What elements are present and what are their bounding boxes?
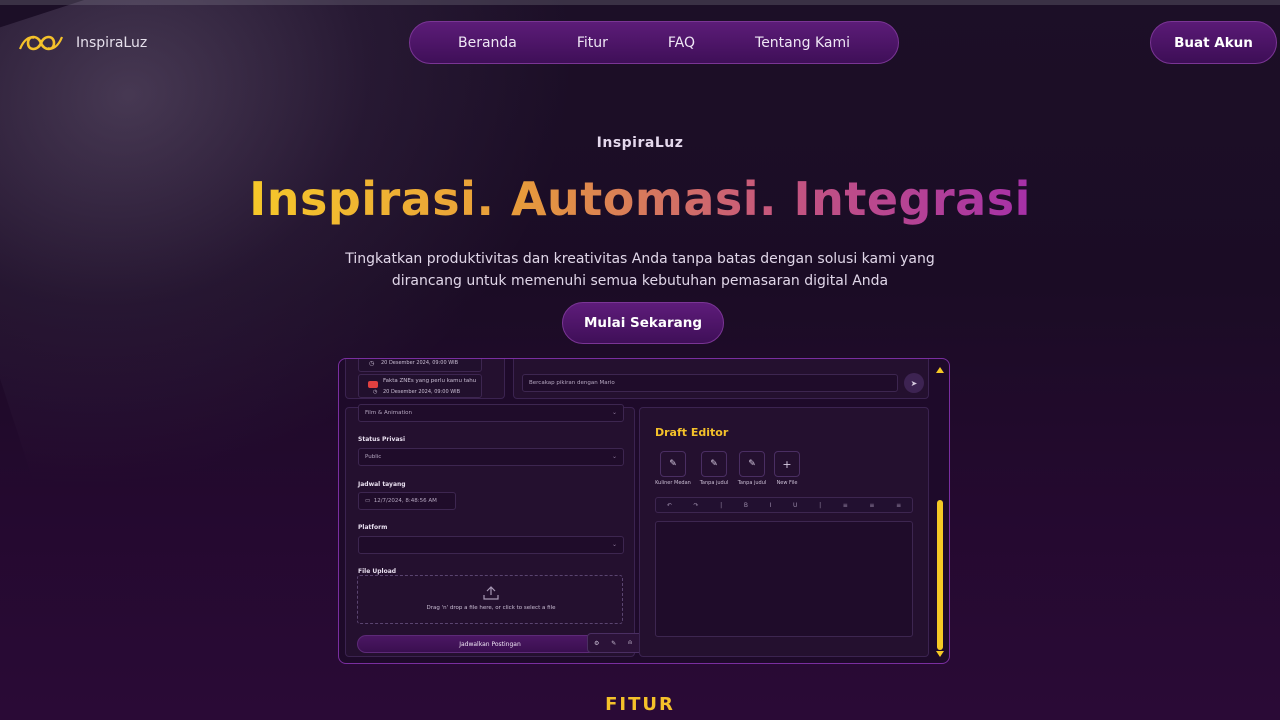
clock-icon: ◷	[373, 389, 378, 395]
chevron-down-icon: ⌄	[611, 409, 617, 416]
clock-icon: ◷	[369, 360, 375, 367]
platform-select[interactable]: ⌄	[358, 536, 624, 554]
platform-label: Platform	[358, 524, 388, 531]
app-preview: ◷ 20 Desember 2024, 09:00 WIB Fakta ZNEs…	[338, 358, 950, 664]
scrollbar[interactable]	[935, 365, 945, 659]
chat-panel: Bercakap pikiran dengan Mario ➤	[513, 359, 929, 399]
align-right-icon[interactable]: ≡	[896, 502, 901, 509]
draft-editor-area[interactable]	[655, 521, 913, 637]
draft-file-label: Tanpa judul	[699, 480, 729, 486]
chat-input[interactable]: Bercakap pikiran dengan Mario	[522, 374, 898, 392]
features-section-title: FITUR	[605, 694, 675, 715]
notification-time: 20 Desember 2024, 09:00 WIB	[381, 360, 459, 366]
brand-name: InspiraLuz	[76, 35, 148, 51]
underline-icon[interactable]: U	[793, 502, 797, 509]
notification-title: Fakta ZNEs yang perlu kamu tahu	[383, 378, 477, 384]
category-select[interactable]: Film & Animation ⌄	[358, 404, 624, 422]
calendar-icon: ▭	[365, 498, 371, 504]
redo-icon[interactable]: ↷	[693, 502, 698, 509]
youtube-icon	[368, 381, 378, 388]
scroll-thumb[interactable]	[937, 500, 943, 650]
nav-item-beranda[interactable]: Beranda	[458, 35, 517, 51]
pencil-icon[interactable]: ✎	[611, 640, 616, 647]
infinity-logo-icon	[18, 35, 64, 51]
nav-item-faq[interactable]: FAQ	[668, 35, 695, 51]
draft-file-label: Tanpa judul	[737, 480, 767, 486]
gear-icon[interactable]: ⚙	[594, 640, 599, 647]
hero-headline: Inspirasi. Automasi. Integrasi	[0, 172, 1280, 226]
privacy-label: Status Privasi	[358, 436, 406, 443]
hero-eyebrow: InspiraLuz	[596, 135, 684, 151]
schedule-datetime-input[interactable]: ▭ 12/7/2024, 8:48:56 AM	[358, 492, 456, 510]
scroll-down-arrow-icon[interactable]	[936, 651, 944, 657]
upload-label: File Upload	[358, 568, 397, 575]
italic-icon[interactable]: I	[770, 502, 772, 509]
chevron-down-icon: ⌄	[611, 541, 617, 548]
scroll-up-arrow-icon[interactable]	[936, 367, 944, 373]
toolbar-divider: |	[720, 501, 723, 509]
edit-icon: ✎	[669, 459, 677, 469]
start-now-button[interactable]: Mulai Sekarang	[562, 302, 724, 344]
edit-icon: ✎	[710, 459, 718, 469]
align-left-icon[interactable]: ≡	[843, 502, 848, 509]
notification-item[interactable]: Fakta ZNEs yang perlu kamu tahu ◷ 20 Des…	[358, 374, 482, 398]
chevron-down-icon: ⌄	[611, 453, 617, 460]
align-center-icon[interactable]: ≡	[869, 502, 874, 509]
hero-subtitle-line2: dirancang untuk memenuhi semua kebutuhan…	[391, 273, 889, 289]
new-file-button[interactable]: +	[774, 451, 800, 477]
main-nav: Beranda Fitur FAQ Tentang Kami	[409, 21, 899, 64]
format-toolbar: ↶ ↷ | B I U | ≡ ≡ ≡	[655, 497, 913, 513]
logo[interactable]: InspiraLuz	[16, 30, 147, 56]
user-icon[interactable]: ⍝	[628, 639, 632, 647]
category-value: Film & Animation	[365, 410, 413, 416]
privacy-select[interactable]: Public ⌄	[358, 448, 624, 466]
draft-file-label: New File	[776, 480, 798, 486]
upload-icon	[483, 586, 499, 600]
hero-subtitle: Tingkatkan produktivitas dan kreativitas…	[340, 248, 940, 292]
top-border	[0, 0, 1280, 5]
notification-item[interactable]: ◷ 20 Desember 2024, 09:00 WIB	[358, 359, 482, 372]
nav-item-tentang-kami[interactable]: Tentang Kami	[755, 35, 850, 51]
hero-headline-text: Inspirasi. Automasi. Integrasi	[249, 172, 1031, 226]
draft-file-label: Kuliner Medan	[655, 480, 691, 486]
schedule-post-button[interactable]: Jadwalkan Postingan	[357, 635, 623, 653]
nav-item-fitur[interactable]: Fitur	[577, 35, 608, 51]
schedule-value: 12/7/2024, 8:48:56 AM	[373, 498, 437, 504]
undo-icon[interactable]: ↶	[667, 502, 672, 509]
notification-time: 20 Desember 2024, 09:00 WIB	[383, 389, 461, 395]
upload-hint: Drag 'n' drop a file here, or click to s…	[426, 605, 556, 611]
notification-panel: ◷ 20 Desember 2024, 09:00 WIB Fakta ZNEs…	[345, 359, 505, 399]
create-account-button[interactable]: Buat Akun	[1150, 21, 1277, 64]
privacy-value: Public	[365, 454, 382, 460]
draft-file-tanpa-judul-2[interactable]: ✎	[739, 451, 765, 477]
draft-file-tanpa-judul[interactable]: ✎	[701, 451, 727, 477]
draft-file-kuliner-medan[interactable]: ✎	[660, 451, 686, 477]
edit-icon: ✎	[748, 459, 756, 469]
send-icon[interactable]: ➤	[904, 373, 924, 393]
draft-editor-title: Draft Editor	[655, 426, 729, 439]
hero-subtitle-line1: Tingkatkan produktivitas dan kreativitas…	[345, 251, 935, 267]
bold-icon[interactable]: B	[744, 502, 748, 509]
schedule-label: Jadwal tayang	[358, 481, 406, 488]
plus-icon: +	[782, 457, 792, 471]
file-dropzone[interactable]: Drag 'n' drop a file here, or click to s…	[357, 575, 623, 624]
toolbar-divider: |	[819, 501, 822, 509]
